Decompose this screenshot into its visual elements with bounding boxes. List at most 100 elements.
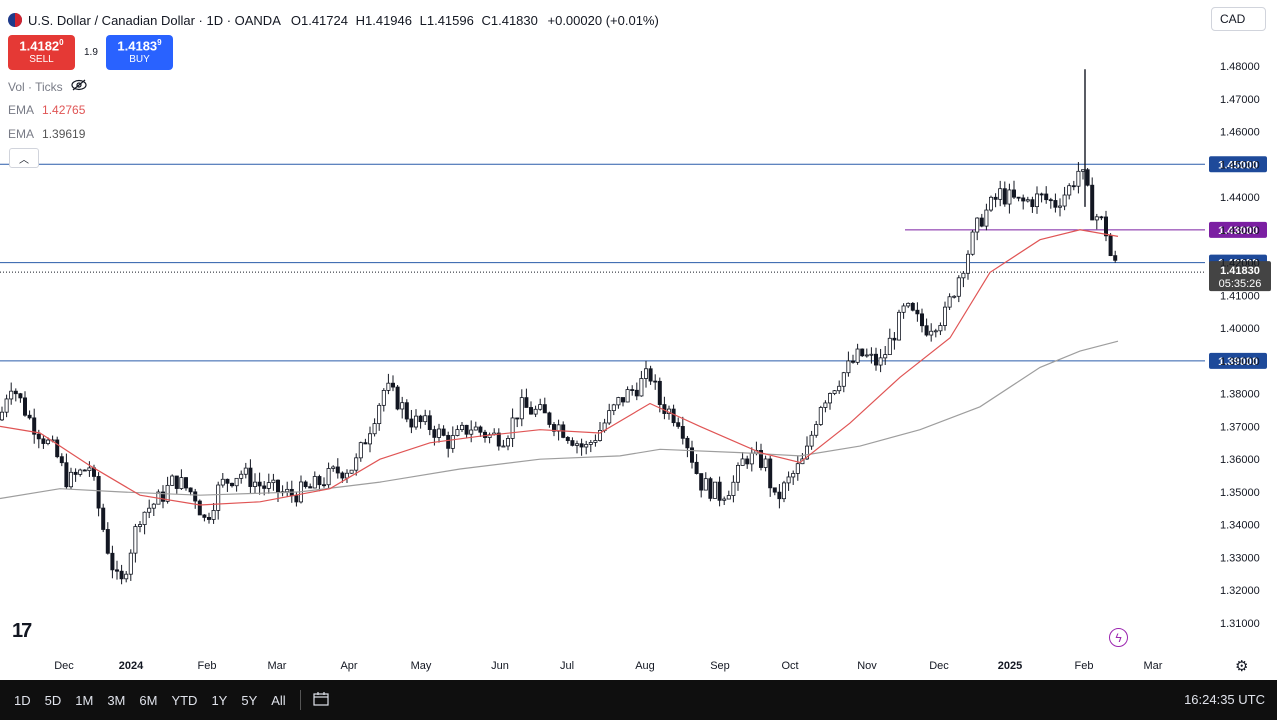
candle-body <box>1058 205 1063 208</box>
gear-icon[interactable]: ⚙ <box>1235 657 1248 675</box>
candle-body <box>906 302 911 307</box>
candle-body <box>1085 169 1090 186</box>
candle-body <box>533 408 538 415</box>
ema-fast-value: 1.42765 <box>42 103 86 117</box>
price-tick-label: 1.40000 <box>1220 323 1260 335</box>
candle-body <box>312 476 317 489</box>
candle-body <box>225 478 230 484</box>
candle-body <box>142 511 147 525</box>
candle-body <box>147 507 152 513</box>
candle-body <box>275 479 280 493</box>
candle-body <box>344 472 349 479</box>
candle-body <box>4 398 9 413</box>
candle-body <box>496 432 501 447</box>
candle-body <box>1113 255 1118 261</box>
price-chart[interactable]: 1.450001.430001.420001.390001.4183005:35… <box>0 0 1277 680</box>
candle-body <box>1081 169 1086 172</box>
candle-body <box>956 277 961 297</box>
buy-button[interactable]: 1.41839 BUY <box>106 35 173 70</box>
candle-body <box>170 475 175 486</box>
close-label: C <box>481 12 491 28</box>
price-tick-label: 1.37000 <box>1220 421 1260 433</box>
candle-body <box>708 478 713 499</box>
candle-body <box>409 418 414 428</box>
candle-body <box>377 404 382 425</box>
candle-body <box>427 415 432 430</box>
timeframe-selector: 1D 5D 1M 3M 6M YTD 1Y 5Y All <box>0 693 286 708</box>
symbol-title[interactable]: U.S. Dollar / Canadian Dollar · 1D · OAN… <box>28 13 281 28</box>
candle-body <box>386 382 391 391</box>
candle-body <box>243 467 248 475</box>
candle-body <box>993 196 998 200</box>
timeframe-5y[interactable]: 5Y <box>241 693 257 708</box>
candle-body <box>1039 193 1044 196</box>
candle-body <box>197 500 202 516</box>
candle-body <box>828 393 833 404</box>
candle-body <box>87 467 92 471</box>
timeframe-1m[interactable]: 1M <box>75 693 93 708</box>
candle-body <box>676 422 681 427</box>
candle-body <box>593 440 598 443</box>
candle-body <box>538 404 543 410</box>
lightning-icon[interactable]: ϟ <box>1109 628 1128 647</box>
candle-body <box>924 325 929 336</box>
candle-body <box>115 569 120 572</box>
candle-body <box>110 552 115 571</box>
candle-body <box>229 482 234 487</box>
candle-body <box>653 380 658 383</box>
candle-body <box>432 429 437 438</box>
timeframe-all[interactable]: All <box>271 693 285 708</box>
candle-body <box>1099 216 1104 219</box>
timeframe-1y[interactable]: 1Y <box>211 693 227 708</box>
calendar-range-icon[interactable] <box>313 691 331 710</box>
clock[interactable]: 16:24:35 UTC <box>1184 680 1265 720</box>
candle-body <box>657 380 662 405</box>
candle-body <box>791 473 796 478</box>
candle-body <box>952 295 957 298</box>
candle-body <box>404 402 409 420</box>
candle-body <box>851 360 856 363</box>
candle-body <box>1016 196 1021 199</box>
candle-body <box>96 476 101 509</box>
timeframe-5d[interactable]: 5D <box>45 693 62 708</box>
ema-fast-line <box>0 229 1119 506</box>
time-tick-label: May <box>411 660 432 672</box>
price-tick-label: 1.48000 <box>1220 61 1260 73</box>
candle-body <box>671 408 676 424</box>
horizontal-levels: 1.450001.430001.420001.390001.4183005:35… <box>0 156 1271 369</box>
timeframe-6m[interactable]: 6M <box>139 693 157 708</box>
eye-hidden-icon[interactable] <box>71 79 87 94</box>
candle-body <box>266 482 271 489</box>
buy-price: 1.4183 <box>117 38 158 54</box>
timeframe-ytd[interactable]: YTD <box>171 693 197 708</box>
candle-body <box>584 443 589 448</box>
legend-ema-fast[interactable]: EMA 1.42765 <box>8 103 85 117</box>
candle-body <box>998 188 1003 200</box>
candle-body <box>119 570 124 580</box>
candle-body <box>943 306 948 326</box>
timeframe-1d[interactable]: 1D <box>14 693 31 708</box>
candle-body <box>989 196 994 211</box>
candle-body <box>372 423 377 435</box>
candle-body <box>1104 216 1109 237</box>
candle-body <box>717 481 722 501</box>
timeframe-3m[interactable]: 3M <box>107 693 125 708</box>
candle-body <box>722 498 727 501</box>
currency-selector[interactable]: CAD <box>1211 7 1266 31</box>
tradingview-logo-icon[interactable]: 17 <box>12 620 32 643</box>
candle-body <box>910 302 915 311</box>
legend-ema-slow[interactable]: EMA 1.39619 <box>8 127 85 141</box>
time-axis: Dec 2024 Feb Mar Apr May Jun Jul Aug Sep Oct Nov Dec… <box>54 660 1163 672</box>
spread-value: 1.9 <box>84 47 98 58</box>
candle-body <box>46 439 51 444</box>
candle-body <box>823 402 828 408</box>
candle-body <box>713 481 718 499</box>
collapse-legend-button[interactable]: ︿ <box>9 148 39 168</box>
candle-body <box>901 305 906 313</box>
sell-price-pip: 0 <box>59 38 64 47</box>
candle-body <box>1030 199 1035 208</box>
legend-volume[interactable]: Vol · Ticks <box>8 79 87 94</box>
candle-body <box>869 353 874 356</box>
candle-body <box>137 524 142 527</box>
sell-button[interactable]: 1.41820 SELL <box>8 35 75 70</box>
